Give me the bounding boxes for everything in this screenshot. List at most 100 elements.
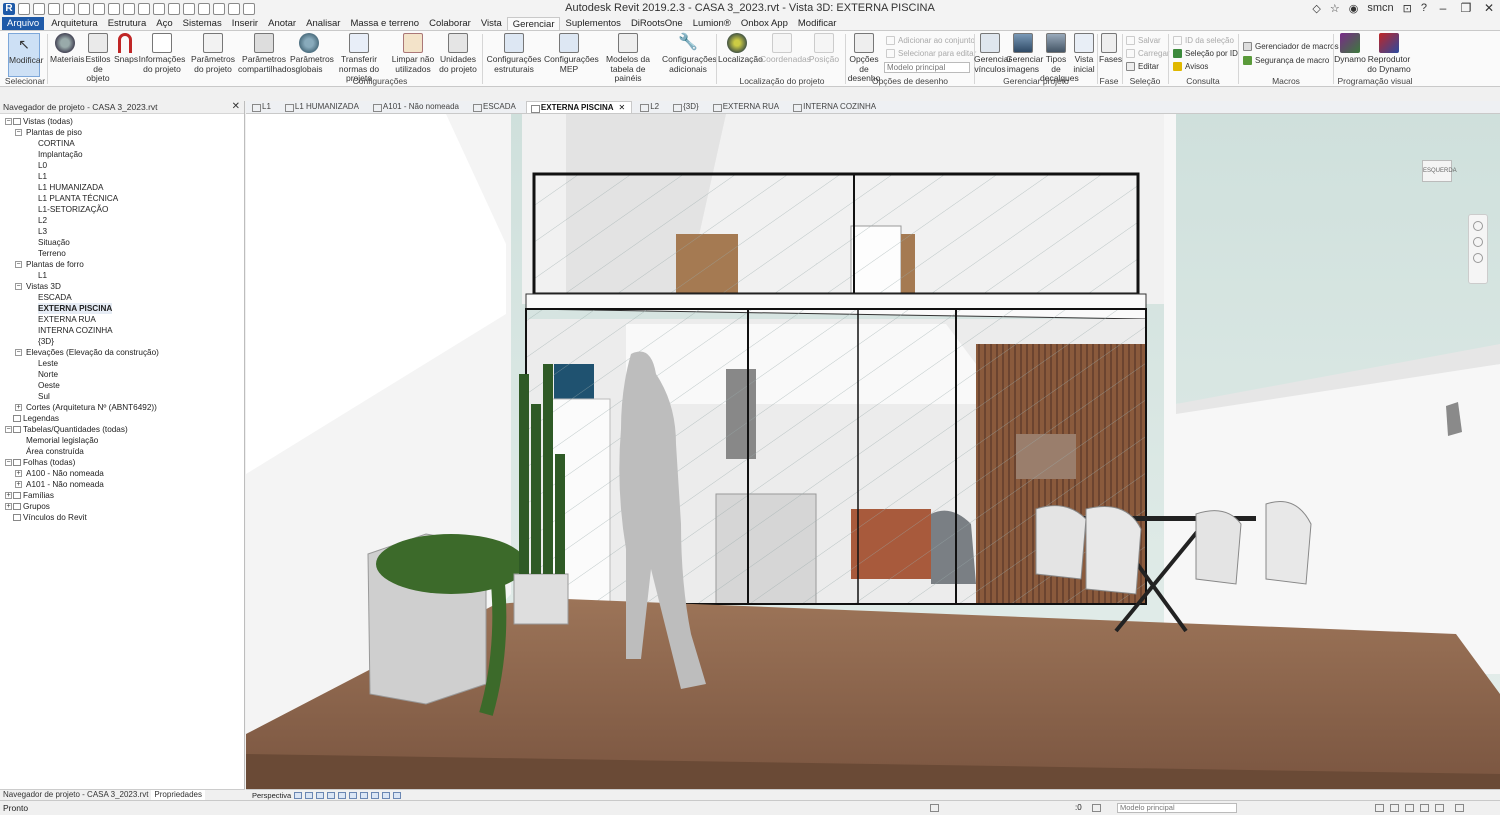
tree-item[interactable]: Famílias <box>13 490 54 501</box>
tag-icon[interactable] <box>138 2 150 15</box>
informacoes-projeto-button[interactable]: Informações do projeto <box>138 33 186 74</box>
maximize-button[interactable]: ❐ <box>1459 1 1473 15</box>
dynamo-button[interactable]: Dynamo <box>1334 33 1366 65</box>
materiais-button[interactable]: Materiais <box>50 33 84 65</box>
tree-item[interactable]: Tabelas/Quantidades (todas) <box>13 424 128 435</box>
ribbon-tab-modificar[interactable]: Modificar <box>793 17 842 30</box>
tree-item[interactable]: Implantação <box>38 149 83 160</box>
minimize-button[interactable]: – <box>1436 1 1450 15</box>
gerenciador-macros[interactable]: Gerenciador de macros <box>1243 42 1339 51</box>
crop-view-icon[interactable] <box>349 791 358 799</box>
analytical-model-icon[interactable] <box>393 791 402 799</box>
tree-toggle[interactable]: + <box>5 492 12 499</box>
lock-view-icon[interactable] <box>338 791 347 799</box>
tab-project-browser[interactable]: Navegador de projeto - CASA 3_2023.rvt <box>0 790 151 800</box>
tree-item[interactable]: {3D} <box>38 336 54 347</box>
coordenadas-button[interactable]: Coordenadas <box>760 33 811 65</box>
reveal-hidden-icon[interactable] <box>382 791 391 799</box>
tree-toggle[interactable]: − <box>15 349 22 356</box>
snaps-button[interactable]: Snaps <box>114 33 138 65</box>
cart-icon[interactable]: ⊡ <box>1403 2 1412 15</box>
rendered-3d-scene[interactable] <box>246 114 1500 789</box>
tree-item[interactable]: Vistas (todas) <box>13 116 73 127</box>
reprodutor-dynamo-button[interactable]: Reprodutor do Dynamo <box>1366 33 1412 74</box>
view-tab[interactable]: L2 <box>636 101 665 113</box>
ribbon-tab-vista[interactable]: Vista <box>476 17 507 30</box>
view-mode-label[interactable]: Perspectiva <box>252 791 291 800</box>
gerenciar-imagens-button[interactable]: Gerenciar imagens <box>1006 33 1043 74</box>
config-mep-button[interactable]: Configurações MEP <box>544 33 599 74</box>
tree-item[interactable]: L0 <box>38 160 47 171</box>
tree-item[interactable]: EXTERNA PISCINA <box>38 303 113 314</box>
view-tab[interactable]: {3D} <box>669 101 705 113</box>
parametros-compartilhados-button[interactable]: Parâmetros compartilhados <box>238 33 296 74</box>
localizacao-button[interactable]: Localização <box>718 33 763 65</box>
ribbon-tab-inserir[interactable]: Inserir <box>227 17 263 30</box>
view-tab[interactable]: A101 - Não nomeada <box>369 101 465 113</box>
search-icon[interactable]: ◇ <box>1312 2 1320 15</box>
tree-item[interactable]: L3 <box>38 226 47 237</box>
config-adicionais-button[interactable]: 🔧 Configurações adicionais <box>662 33 717 74</box>
sun-path-icon[interactable] <box>305 791 314 799</box>
tree-item[interactable]: Leste <box>38 358 58 369</box>
id-selecao[interactable]: ID da seleção <box>1173 36 1234 45</box>
posicao-button[interactable]: Posição <box>806 33 842 65</box>
switch-windows-icon[interactable] <box>228 2 240 15</box>
viewcube[interactable]: ESQUERDA <box>1422 160 1457 182</box>
tree-toggle[interactable]: − <box>15 261 22 268</box>
undo-icon[interactable] <box>63 2 75 15</box>
3d-view-canvas[interactable]: ESQUERDA <box>246 114 1500 789</box>
tree-item[interactable]: Situação <box>38 237 70 248</box>
design-option-combo[interactable]: Modelo principal <box>884 62 970 73</box>
view-tab[interactable]: L1 HUMANIZADA <box>281 101 365 113</box>
select-pinned-icon[interactable] <box>1405 804 1414 812</box>
tree-item[interactable]: L1 <box>38 171 47 182</box>
worksets-icon[interactable] <box>930 804 939 812</box>
section-icon[interactable] <box>183 2 195 15</box>
show-crop-icon[interactable] <box>360 791 369 799</box>
tree-toggle[interactable]: + <box>15 470 22 477</box>
drag-on-selection-icon[interactable] <box>1435 804 1444 812</box>
ribbon-tab-arquitetura[interactable]: Arquitetura <box>46 17 102 30</box>
thin-lines-icon[interactable] <box>198 2 210 15</box>
seguranca-macro[interactable]: Segurança de macro <box>1243 56 1329 65</box>
view-tab[interactable]: INTERNA COZINHA <box>789 101 882 113</box>
ribbon-tab-massa-e-terreno[interactable]: Massa e terreno <box>345 17 424 30</box>
ribbon-tab-gerenciar[interactable]: Gerenciar <box>506 17 561 30</box>
ribbon-tab-suplementos[interactable]: Suplementos <box>560 17 625 30</box>
ribbon-tab-a-o[interactable]: Aço <box>151 17 177 30</box>
tree-item[interactable]: Grupos <box>13 501 50 512</box>
save-icon[interactable] <box>33 2 45 15</box>
selecionar-editar[interactable]: Selecionar para editar <box>886 49 976 58</box>
tree-item[interactable]: Terreno <box>38 248 66 259</box>
dimension-icon[interactable] <box>123 2 135 15</box>
revit-logo-icon[interactable]: R <box>3 2 15 15</box>
tree-item[interactable]: ESCADA <box>38 292 72 303</box>
editable-only-icon[interactable] <box>1092 804 1101 812</box>
user-name[interactable]: smcn <box>1367 2 1393 14</box>
modify-button[interactable]: ↖ Modificar <box>8 33 43 77</box>
tree-toggle[interactable]: + <box>15 481 22 488</box>
tree-item[interactable]: L1 <box>38 270 47 281</box>
gerenciar-vinculos-button[interactable]: Gerenciar vínculos <box>974 33 1011 74</box>
avisos[interactable]: Avisos <box>1173 62 1208 71</box>
visual-style-icon[interactable] <box>294 791 303 799</box>
tree-item[interactable]: Plantas de forro <box>26 259 84 270</box>
render-icon[interactable] <box>327 791 336 799</box>
tree-item[interactable]: Norte <box>38 369 58 380</box>
tree-item[interactable]: Plantas de piso <box>26 127 82 138</box>
steering-wheel-icon[interactable] <box>1473 221 1483 231</box>
close-icon[interactable]: ✕ <box>232 101 240 113</box>
user-icon[interactable]: ◉ <box>1349 2 1359 15</box>
tree-item[interactable]: CORTINA <box>38 138 75 149</box>
tree-toggle[interactable]: − <box>5 118 12 125</box>
view-tab[interactable]: EXTERNA RUA <box>709 101 785 113</box>
tree-item[interactable]: L1 HUMANIZADA <box>38 182 104 193</box>
sync-icon[interactable] <box>48 2 60 15</box>
ribbon-tab-colaborar[interactable]: Colaborar <box>424 17 476 30</box>
carregar-selecao[interactable]: Carregar <box>1126 49 1170 58</box>
tree-item[interactable]: Memorial legislação <box>26 435 98 446</box>
temporary-hide-icon[interactable] <box>371 791 380 799</box>
tab-properties[interactable]: Propriedades <box>151 790 206 800</box>
tree-toggle[interactable]: − <box>5 426 12 433</box>
